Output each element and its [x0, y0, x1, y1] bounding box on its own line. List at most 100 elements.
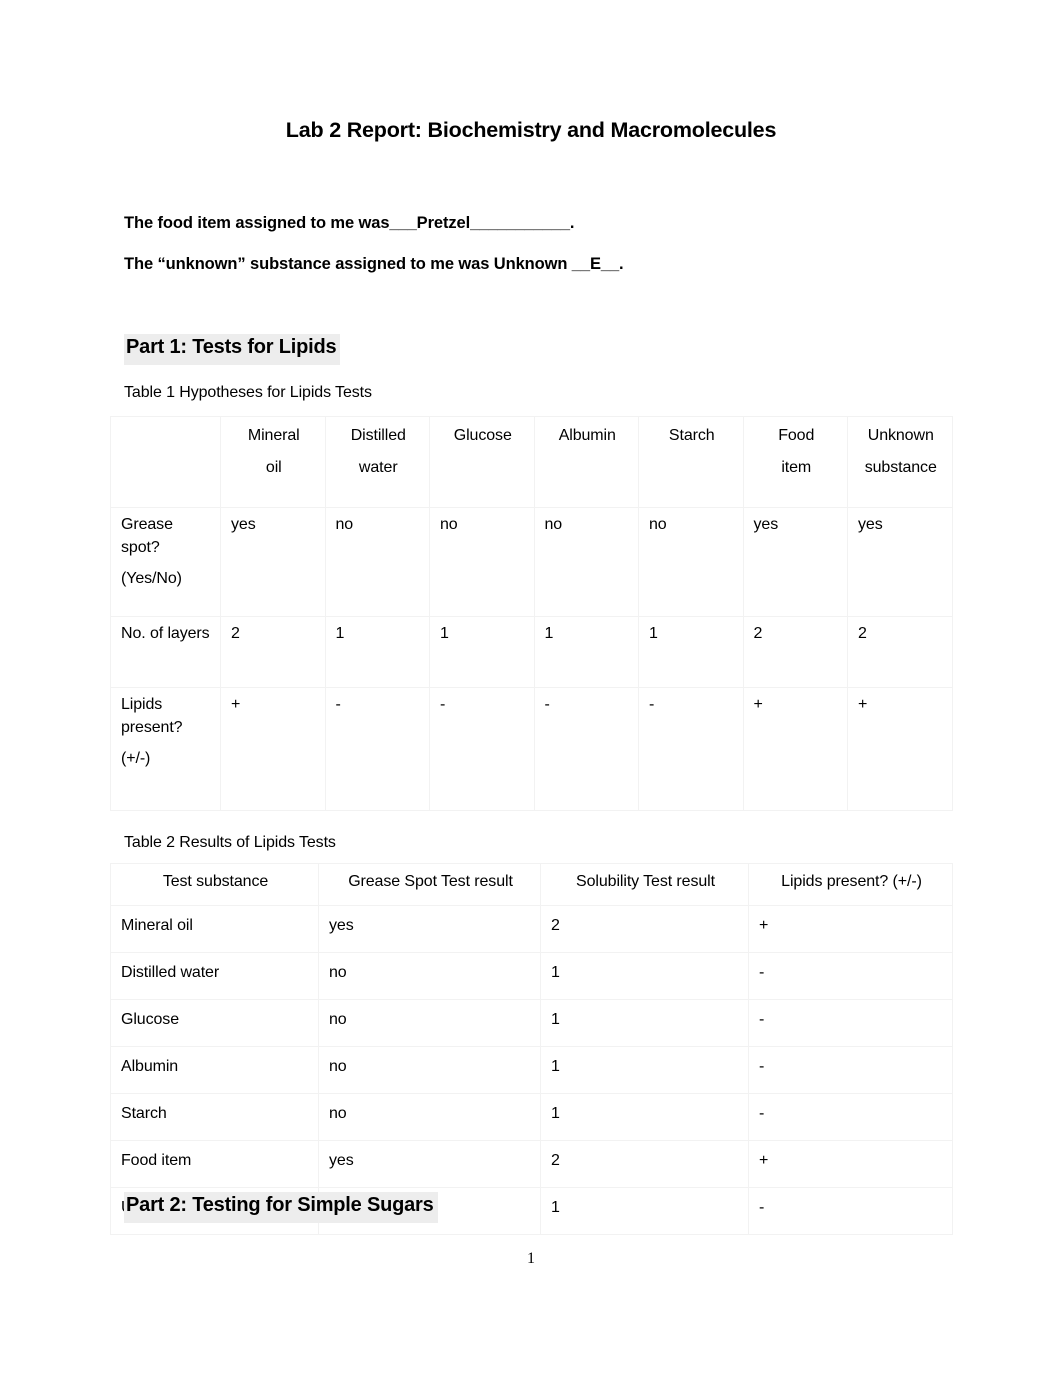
table-cell: 1 [638, 616, 744, 688]
table-1-header-unknown-substance: Unknown substance [847, 416, 953, 508]
header-line-1: Starch [668, 427, 715, 444]
header-line-1: Unknown [867, 427, 934, 444]
table-2-header-solubility-test-result: Solubility Test result [540, 863, 749, 906]
header-line-1: Albumin [558, 427, 616, 444]
table-cell: + [220, 687, 326, 811]
table-1-header-mineral-oil: Mineral oil [220, 416, 326, 508]
table-1-hypotheses-for-lipids-tests: Mineral oil Distilled water Glucose Albu… [110, 416, 953, 811]
section-heading-part-1: Part 1: Tests for Lipids [124, 334, 341, 365]
table-1-header-glucose: Glucose [429, 416, 535, 508]
header-line-1: Food [778, 427, 815, 444]
table-cell: yes [318, 905, 541, 953]
table-cell: no [318, 999, 541, 1047]
table-cell: - [748, 999, 953, 1047]
table-2-caption: Table 2 Results of Lipids Tests [124, 834, 336, 851]
table-cell: - [429, 687, 535, 811]
header-line-spacer [754, 448, 840, 457]
table-2-header-test-substance: Test substance [110, 863, 319, 906]
header-line-spacer [336, 448, 422, 457]
table-cell: 1 [324, 616, 430, 688]
header-line-2: substance [864, 458, 937, 476]
table-cell: no [429, 507, 535, 617]
table-cell: - [533, 687, 639, 811]
table-cell: - [748, 1046, 953, 1094]
table-cell: yes [742, 507, 848, 617]
page-number: 1 [527, 1250, 535, 1267]
table-cell: no [533, 507, 639, 617]
table-cell: no [638, 507, 744, 617]
table-cell: 2 [742, 616, 848, 688]
header-line-spacer [231, 448, 317, 457]
table-cell: no [318, 1046, 541, 1094]
table-2-results-of-lipids-tests: Test substance Grease Spot Test result S… [110, 863, 953, 1235]
table-1-header-albumin: Albumin [533, 416, 639, 508]
table-1-row-label-lipids-present: Lipids present? (+/-) [110, 687, 221, 811]
table-1-caption: Table 1 Hypotheses for Lipids Tests [124, 384, 372, 401]
table-cell: Mineral oil [110, 905, 319, 953]
header-line-2: water [358, 458, 398, 476]
table-cell: + [748, 905, 953, 953]
table-2-header-lipids-present: Lipids present? (+/-) [748, 863, 953, 906]
document-page: Lab 2 Report: Biochemistry and Macromole… [0, 0, 1062, 1377]
table-cell: - [748, 1093, 953, 1141]
table-cell: no [318, 1093, 541, 1141]
table-row: Distilled water no 1 - [110, 952, 953, 1000]
label-line-1: No. of [121, 625, 164, 642]
section-heading-part-2: Part 2: Testing for Simple Sugars [124, 1192, 438, 1223]
label-line-1: Grease [121, 516, 173, 533]
table-row: Albumin no 1 - [110, 1046, 953, 1094]
table-1-row-label-no-of-layers: No. of layers [110, 616, 221, 688]
header-line-1: Mineral [247, 427, 300, 444]
label-line-2: layers [167, 625, 210, 642]
table-row: Starch no 1 - [110, 1093, 953, 1141]
table-1-row-label-grease-spot: Grease spot? (Yes/No) [110, 507, 221, 617]
label-line-3: (+/-) [121, 750, 151, 768]
table-1-header-distilled-water: Distilled water [324, 416, 430, 508]
table-cell: Food item [110, 1140, 319, 1188]
table-row: Food item yes 2 + [110, 1140, 953, 1188]
table-cell: - [638, 687, 744, 811]
table-header-row: Mineral oil Distilled water Glucose Albu… [110, 416, 953, 508]
header-line-2: item [781, 458, 812, 476]
page-title: Lab 2 Report: Biochemistry and Macromole… [285, 118, 777, 142]
table-1-header-food-item: Food item [742, 416, 848, 508]
table-1-header-starch: Starch [638, 416, 744, 508]
label-line-3: (Yes/No) [121, 570, 182, 588]
table-cell: Glucose [110, 999, 319, 1047]
table-row: Lipids present? (+/-) + - - - - + + [110, 687, 953, 811]
table-cell: + [748, 1140, 953, 1188]
table-cell: yes [220, 507, 326, 617]
header-line-spacer [858, 448, 944, 457]
table-cell: - [748, 952, 953, 1000]
table-cell: 2 [540, 1140, 749, 1188]
table-cell: Albumin [110, 1046, 319, 1094]
header-line-2: oil [265, 458, 282, 476]
header-line-1: Glucose [453, 427, 512, 444]
table-cell: yes [847, 507, 953, 617]
table-cell: 1 [429, 616, 535, 688]
table-cell: Starch [110, 1093, 319, 1141]
table-cell: no [318, 952, 541, 1000]
table-cell: 1 [540, 999, 749, 1047]
table-header-row: Test substance Grease Spot Test result S… [110, 863, 953, 906]
table-cell: 2 [847, 616, 953, 688]
table-row: Mineral oil yes 2 + [110, 905, 953, 953]
table-cell: 1 [540, 952, 749, 1000]
table-cell: 1 [540, 1187, 749, 1235]
label-line-spacer [121, 739, 212, 748]
table-cell: 1 [533, 616, 639, 688]
intro-line-unknown-substance: The “unknown” substance assigned to me w… [124, 255, 624, 273]
label-line-1: Lipids [121, 696, 163, 713]
table-cell: 2 [540, 905, 749, 953]
label-line-2: present? [121, 718, 183, 736]
table-cell: Distilled water [110, 952, 319, 1000]
table-row: Glucose no 1 - [110, 999, 953, 1047]
table-row: No. of layers 2 1 1 1 1 2 2 [110, 616, 953, 688]
table-1-header-blank [110, 416, 221, 508]
header-line-1: Distilled [350, 427, 406, 444]
intro-line-food-item: The food item assigned to me was___Pretz… [124, 214, 575, 232]
table-cell: - [748, 1187, 953, 1235]
table-cell: 1 [540, 1046, 749, 1094]
table-2-header-grease-spot-test-result: Grease Spot Test result [318, 863, 541, 906]
table-cell: + [742, 687, 848, 811]
